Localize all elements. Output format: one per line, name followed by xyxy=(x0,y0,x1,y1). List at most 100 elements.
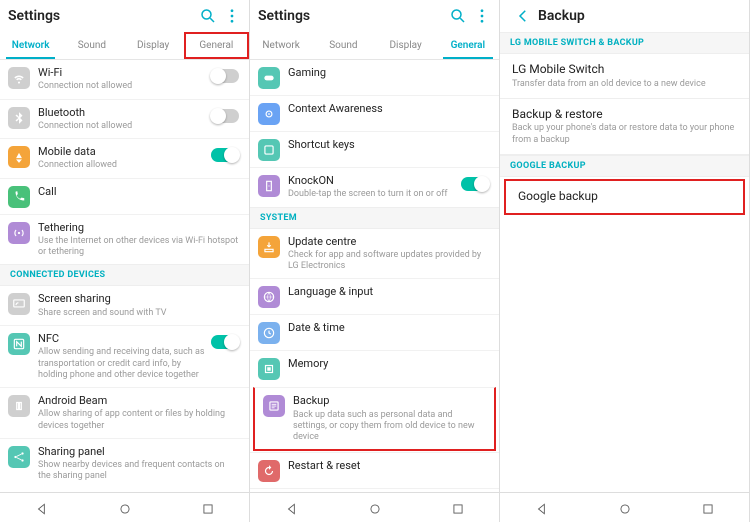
label: Bluetooth xyxy=(38,106,207,120)
sub: Share screen and sound with TV xyxy=(38,308,239,319)
row-bluetooth[interactable]: BluetoothConnection not allowed xyxy=(0,99,249,139)
page-title: Settings xyxy=(258,8,443,24)
row-language-input[interactable]: Language & input xyxy=(250,278,499,314)
clock-icon xyxy=(258,322,280,344)
row-mobile-data[interactable]: Mobile dataConnection allowed xyxy=(0,138,249,178)
nfc-icon xyxy=(8,333,30,355)
row-gaming[interactable]: Gaming xyxy=(250,60,499,95)
row-update-centre[interactable]: Update centreCheck for app and software … xyxy=(250,229,499,279)
sharing-panel-icon xyxy=(8,446,30,468)
more-icon[interactable] xyxy=(473,7,491,25)
label: Call xyxy=(38,185,239,199)
row-context-awareness[interactable]: Context Awareness xyxy=(250,95,499,131)
row-shortcut-keys[interactable]: Shortcut keys xyxy=(250,131,499,167)
more-icon[interactable] xyxy=(223,7,241,25)
label: NFC xyxy=(38,332,207,346)
label: LG Mobile Switch xyxy=(512,62,737,78)
row-google-backup[interactable]: Google backup xyxy=(504,179,745,215)
header: Settings xyxy=(0,0,249,32)
row-memory[interactable]: Memory xyxy=(250,350,499,386)
search-icon[interactable] xyxy=(449,7,467,25)
label: Date & time xyxy=(288,321,489,335)
tab-general[interactable]: General xyxy=(184,32,249,59)
row-date-time[interactable]: Date & time xyxy=(250,314,499,350)
sub: Connection allowed xyxy=(38,160,207,171)
recent-nav-icon[interactable] xyxy=(201,501,215,515)
row-tethering[interactable]: TetheringUse the Internet on other devic… xyxy=(0,214,249,265)
label: Android Beam xyxy=(38,394,239,408)
label: Google backup xyxy=(518,189,731,205)
sub: Connection not allowed xyxy=(38,81,207,92)
settings-list: Gaming Context Awareness Shortcut keys K… xyxy=(250,60,499,492)
row-android-beam[interactable]: Android BeamAllow sharing of app content… xyxy=(0,387,249,438)
label: Context Awareness xyxy=(288,102,489,116)
sub: Check for app and software updates provi… xyxy=(288,250,489,273)
label: Language & input xyxy=(288,285,489,299)
tab-sound[interactable]: Sound xyxy=(312,32,374,59)
tabs: Network Sound Display General xyxy=(250,32,499,60)
row-call[interactable]: Call xyxy=(0,178,249,214)
label: Restart & reset xyxy=(288,459,489,473)
row-backup[interactable]: BackupBack up data such as personal data… xyxy=(253,387,496,451)
home-nav-icon[interactable] xyxy=(618,501,632,515)
bluetooth-toggle[interactable] xyxy=(211,109,239,123)
row-sharing-panel[interactable]: Sharing panelShow nearby devices and fre… xyxy=(0,438,249,489)
settings-pane-general: Settings Network Sound Display General G… xyxy=(250,0,500,522)
back-nav-icon[interactable] xyxy=(535,501,549,515)
row-lg-mobile-switch[interactable]: LG Mobile Switch Transfer data from an o… xyxy=(500,54,749,99)
nav-bar xyxy=(500,492,749,522)
label: Mobile data xyxy=(38,145,207,159)
tabs: Network Sound Display General xyxy=(0,32,249,60)
label: Update centre xyxy=(288,235,489,249)
sub: Double-tap the screen to turn it on or o… xyxy=(288,189,457,200)
android-beam-icon xyxy=(8,395,30,417)
nav-bar xyxy=(0,492,249,522)
page-title: Settings xyxy=(8,8,193,24)
memory-icon xyxy=(258,358,280,380)
sub: Allow sending and receiving data, such a… xyxy=(38,347,207,381)
back-icon[interactable] xyxy=(514,7,532,25)
wifi-toggle[interactable] xyxy=(211,69,239,83)
label: Memory xyxy=(288,357,489,371)
row-restart-reset[interactable]: Restart & reset xyxy=(250,452,499,488)
back-nav-icon[interactable] xyxy=(285,501,299,515)
tethering-icon xyxy=(8,222,30,244)
sub: Use the Internet on other devices via Wi… xyxy=(38,236,239,259)
sub: Transfer data from an old device to a ne… xyxy=(512,79,737,90)
mobile-data-icon xyxy=(8,146,30,168)
gaming-icon xyxy=(258,67,280,89)
home-nav-icon[interactable] xyxy=(368,501,382,515)
recent-nav-icon[interactable] xyxy=(701,501,715,515)
nav-bar xyxy=(250,492,499,522)
label: KnockON xyxy=(288,174,457,188)
row-about-phone[interactable]: About phone xyxy=(250,488,499,492)
row-backup-restore[interactable]: Backup & restore Back up your phone's da… xyxy=(500,99,749,155)
row-wifi[interactable]: Wi-FiConnection not allowed xyxy=(0,60,249,99)
search-icon[interactable] xyxy=(199,7,217,25)
home-nav-icon[interactable] xyxy=(118,501,132,515)
label: Shortcut keys xyxy=(288,138,489,152)
tab-network[interactable]: Network xyxy=(250,32,312,59)
call-icon xyxy=(8,186,30,208)
tab-general[interactable]: General xyxy=(437,32,499,59)
label: Backup xyxy=(293,394,484,408)
recent-nav-icon[interactable] xyxy=(451,501,465,515)
tab-network[interactable]: Network xyxy=(0,32,61,59)
tab-display[interactable]: Display xyxy=(123,32,184,59)
knockon-icon xyxy=(258,175,280,197)
row-screen-sharing[interactable]: Screen sharing Share screen and sound wit… xyxy=(0,286,249,325)
mobile-data-toggle[interactable] xyxy=(211,148,239,162)
tab-sound[interactable]: Sound xyxy=(61,32,122,59)
row-knockon[interactable]: KnockONDouble-tap the screen to turn it … xyxy=(250,167,499,207)
back-nav-icon[interactable] xyxy=(35,501,49,515)
tab-display[interactable]: Display xyxy=(375,32,437,59)
page-title: Backup xyxy=(538,8,741,24)
row-nfc[interactable]: NFCAllow sending and receiving data, suc… xyxy=(0,325,249,387)
section-google-backup: GOOGLE BACKUP xyxy=(500,155,749,177)
label: Screen sharing xyxy=(38,292,239,306)
label: Tethering xyxy=(38,221,239,235)
reset-icon xyxy=(258,460,280,482)
shortcut-icon xyxy=(258,139,280,161)
knockon-toggle[interactable] xyxy=(461,177,489,191)
nfc-toggle[interactable] xyxy=(211,335,239,349)
